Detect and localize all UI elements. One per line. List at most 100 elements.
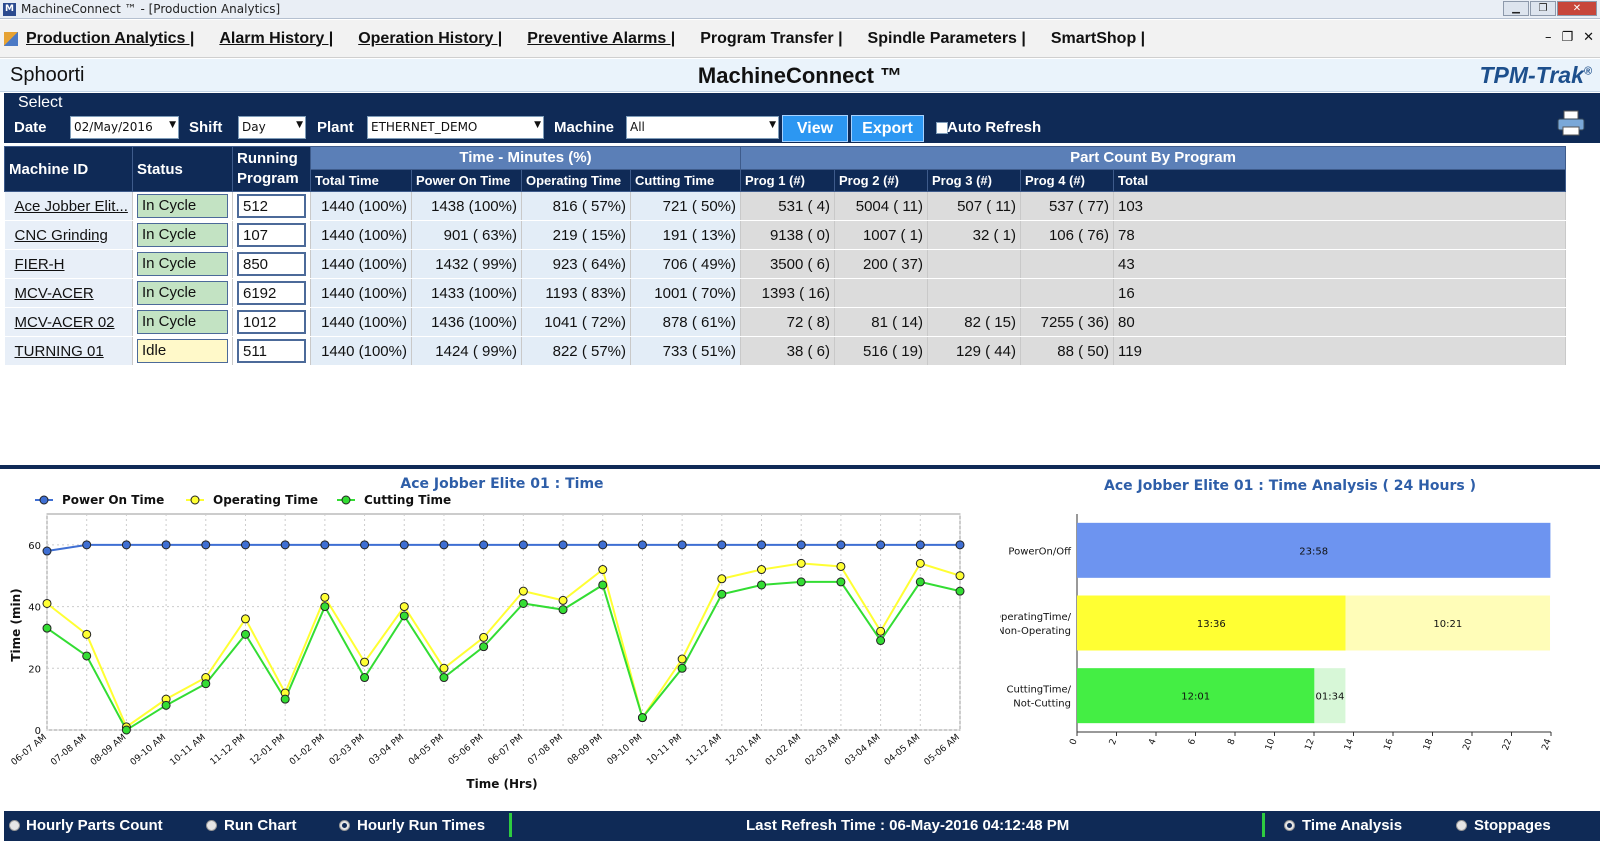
data-point <box>717 589 727 599</box>
data-point <box>558 595 568 605</box>
col-prog3[interactable]: Prog 3 (#) <box>927 168 1021 192</box>
view-button[interactable]: View <box>782 115 848 142</box>
col-prog2[interactable]: Prog 2 (#) <box>834 168 928 192</box>
mdi-minimize-button[interactable]: – <box>1545 30 1552 45</box>
chevron-down-icon: ▼ <box>769 120 776 130</box>
x-tick-label: 10-11 AM <box>168 733 207 768</box>
x-tick-label: 16 <box>1383 737 1396 751</box>
data-point <box>201 540 211 550</box>
table-row[interactable]: FIER-H In Cycle 850 1440 (100%) 1432 ( 99%) 9… <box>4 249 1566 279</box>
cell-running-program: 6192 <box>232 278 311 308</box>
data-point <box>360 673 370 683</box>
page-title: MachineConnect ™ <box>697 63 903 88</box>
col-cutting-time[interactable]: Cutting Time <box>630 168 741 192</box>
menu-spindle-parameters[interactable]: Spindle Parameters | <box>868 30 1026 48</box>
cell-p2: 1007 ( 1) <box>834 220 928 250</box>
run-chart-radio[interactable] <box>206 820 217 831</box>
cell-power-on: 1424 ( 99%) <box>411 336 522 366</box>
shift-select[interactable]: Day ▼ <box>238 116 306 139</box>
x-tick-label: 11-12 PM <box>209 733 248 768</box>
cell-p1: 1393 ( 16) <box>740 278 835 308</box>
data-point <box>479 540 489 550</box>
col-operating-time[interactable]: Operating Time <box>521 168 631 192</box>
x-tick-label: 06-07 AM <box>10 733 49 768</box>
data-point <box>399 540 409 550</box>
data-point <box>479 642 489 652</box>
stoppages-label[interactable]: Stoppages <box>1474 817 1551 834</box>
category-label: Not-Cutting <box>1013 699 1071 710</box>
menu-production-analytics[interactable]: Production Analytics | <box>26 30 194 48</box>
run-chart-label[interactable]: Run Chart <box>224 817 297 834</box>
menu-program-transfer[interactable]: Program Transfer | <box>700 30 842 48</box>
table-row[interactable]: MCV-ACER 02 In Cycle 1012 1440 (100%) 1436 (… <box>4 307 1566 337</box>
mdi-controls: – ❐ ✕ <box>1545 30 1594 45</box>
menu-preventive-alarms[interactable]: Preventive Alarms | <box>527 30 675 48</box>
x-tick-label: 14 <box>1343 737 1356 751</box>
category-label: OperatingTime/ <box>1000 612 1072 623</box>
col-power-on-time[interactable]: Power On Time <box>411 168 522 192</box>
time-analysis-radio[interactable] <box>1284 820 1295 831</box>
cell-total-time: 1440 (100%) <box>310 220 412 250</box>
window-title: MachineConnect ™ - [Production Analytics… <box>21 2 281 16</box>
printer-icon[interactable] <box>1556 109 1586 137</box>
x-tick-label: 09-10 PM <box>606 733 645 768</box>
col-prog4[interactable]: Prog 4 (#) <box>1020 168 1114 192</box>
program-box: 511 <box>237 339 306 363</box>
col-prog1[interactable]: Prog 1 (#) <box>740 168 835 192</box>
cell-power-on: 901 ( 63%) <box>411 220 522 250</box>
data-point <box>42 623 52 633</box>
cell-cutting: 733 ( 51%) <box>630 336 741 366</box>
table-row[interactable]: MCV-ACER In Cycle 6192 1440 (100%) 1433 (100… <box>4 278 1566 308</box>
table-row[interactable]: CNC Grinding In Cycle 107 1440 (100%) 901 ( … <box>4 220 1566 250</box>
machine-select[interactable]: All ▼ <box>626 116 779 139</box>
mdi-restore-button[interactable]: ❐ <box>1561 30 1573 45</box>
data-point <box>320 602 330 612</box>
machine-link[interactable]: TURNING 01 <box>9 343 104 360</box>
x-tick-label: 12 <box>1304 738 1317 752</box>
cell-p1: 531 ( 4) <box>740 191 835 221</box>
mdi-close-button[interactable]: ✕ <box>1583 30 1594 45</box>
table-row[interactable]: TURNING 01 Idle 511 1440 (100%) 1424 ( 99%) 8… <box>4 336 1566 366</box>
hourly-parts-label[interactable]: Hourly Parts Count <box>26 817 163 834</box>
data-point <box>320 540 330 550</box>
col-total-time[interactable]: Total Time <box>310 168 412 192</box>
data-point <box>637 713 647 723</box>
data-point <box>82 651 92 661</box>
export-button[interactable]: Export <box>851 115 924 142</box>
table-row[interactable]: Ace Jobber Elit... In Cycle 512 1440 (100%)… <box>4 191 1566 221</box>
minimize-button[interactable]: ▁ <box>1503 1 1529 16</box>
stoppages-radio[interactable] <box>1456 820 1467 831</box>
machine-link[interactable]: Ace Jobber Elit... <box>9 198 128 215</box>
col-machine-id[interactable]: Machine ID <box>4 146 133 192</box>
bar-value-label: 23:58 <box>1299 546 1328 557</box>
app-menu-icon[interactable] <box>4 31 18 46</box>
close-button[interactable]: ✕ <box>1557 1 1597 16</box>
hourly-run-times-radio[interactable] <box>339 820 350 831</box>
menu-operation-history[interactable]: Operation History | <box>358 30 502 48</box>
chevron-down-icon: ▼ <box>296 120 303 130</box>
cell-power-on: 1436 (100%) <box>411 307 522 337</box>
cell-running-program: 511 <box>232 336 311 366</box>
hourly-run-times-label[interactable]: Hourly Run Times <box>357 817 485 834</box>
cell-p2: 200 ( 37) <box>834 249 928 279</box>
menu-alarm-history[interactable]: Alarm History | <box>219 30 333 48</box>
machine-link[interactable]: MCV-ACER <box>9 285 94 302</box>
plant-select[interactable]: ETHERNET_DEMO ▼ <box>367 116 544 139</box>
maximize-button[interactable]: ❐ <box>1530 1 1556 16</box>
col-status[interactable]: Status <box>132 146 233 192</box>
machine-link[interactable]: MCV-ACER 02 <box>9 314 115 331</box>
machine-link[interactable]: CNC Grinding <box>9 227 108 244</box>
menu-smartshop[interactable]: SmartShop | <box>1051 30 1145 48</box>
data-point <box>677 540 687 550</box>
hourly-parts-radio[interactable] <box>9 820 20 831</box>
col-running-program[interactable]: Running Program <box>232 146 311 192</box>
time-analysis-label[interactable]: Time Analysis <box>1302 817 1402 834</box>
bar-value-label: 12:01 <box>1181 692 1210 703</box>
col-total[interactable]: Total <box>1113 168 1566 192</box>
time-line-chart: Ace Jobber Elite 01 : Time020406006-07 A… <box>9 476 965 791</box>
data-point <box>121 540 131 550</box>
date-picker[interactable]: 02/May/2016 ▼ <box>70 116 179 139</box>
machine-link[interactable]: FIER-H <box>9 256 65 273</box>
col-group-time: Time - Minutes (%) <box>310 146 741 170</box>
data-point <box>320 592 330 602</box>
